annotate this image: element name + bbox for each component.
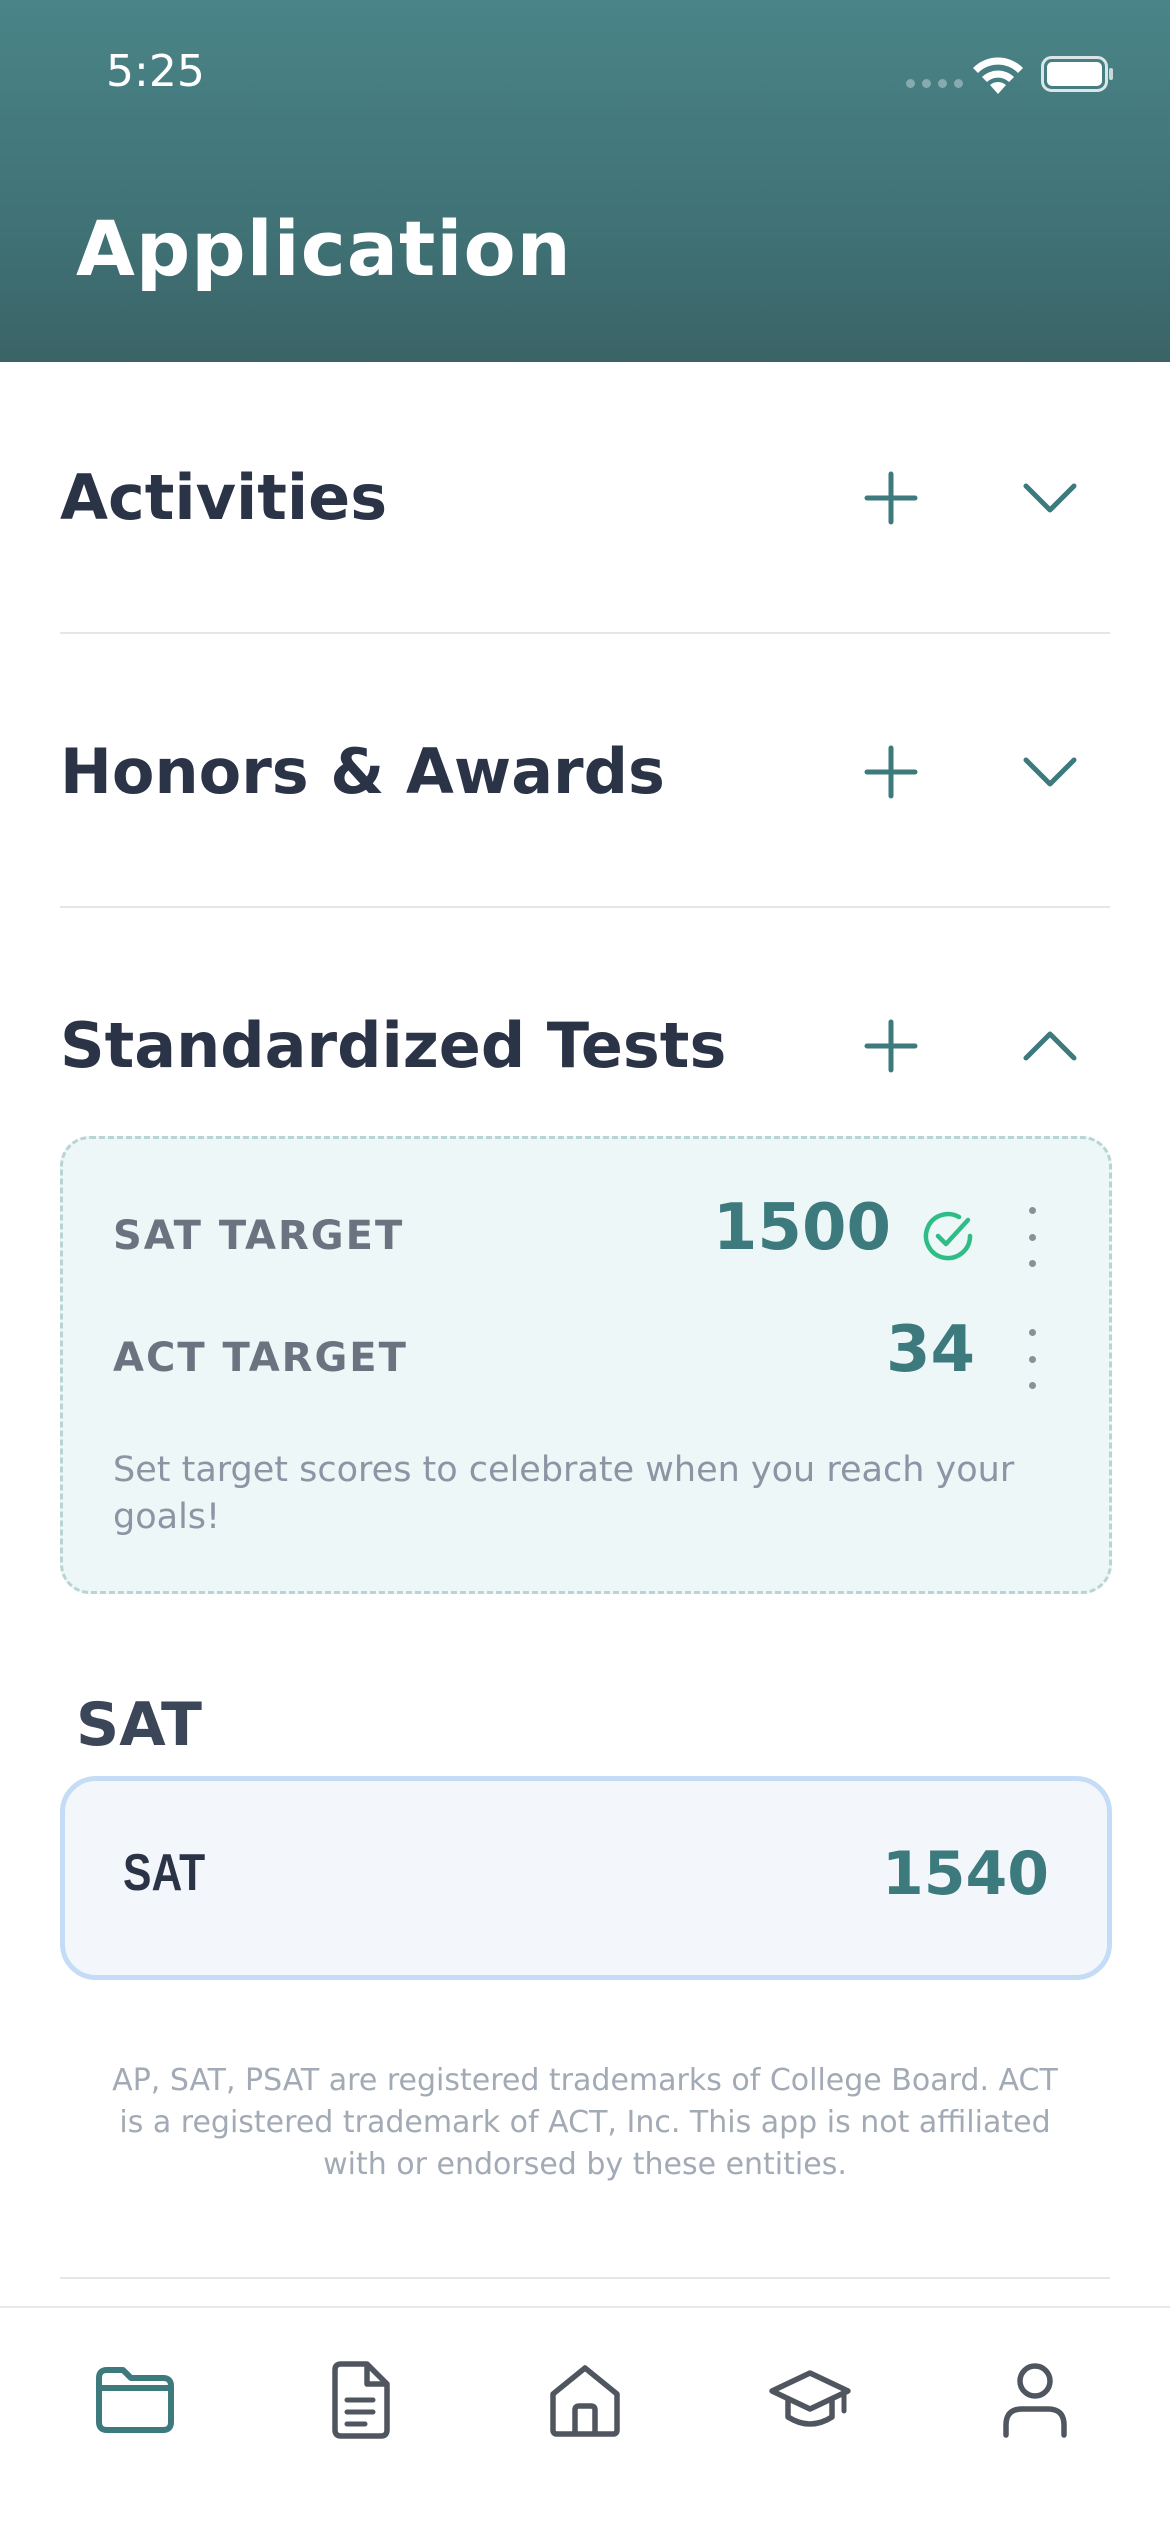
tab-colleges[interactable]: [760, 2350, 860, 2450]
act-target-label: ACT TARGET: [113, 1335, 408, 1381]
target-note: Set target scores to celebrate when you …: [113, 1450, 1015, 1537]
plus-icon: [864, 1019, 918, 1073]
section-activities[interactable]: Activities: [60, 428, 1110, 568]
expand-activities-button[interactable]: [1010, 458, 1090, 538]
home-icon: [550, 2365, 620, 2437]
collapse-tests-button[interactable]: [1010, 1006, 1090, 1086]
divider: [60, 906, 1110, 908]
add-test-button[interactable]: [851, 1006, 931, 1086]
graduation-cap-icon: [769, 2370, 851, 2427]
cellular-signal-icon: [906, 79, 963, 88]
act-target-value[interactable]: 34: [886, 1313, 975, 1387]
sat-target-value[interactable]: 1500: [713, 1191, 891, 1265]
sat-heading: SAT: [76, 1690, 202, 1760]
plus-icon: [864, 745, 918, 799]
section-honors-awards[interactable]: Honors & Awards: [60, 702, 1110, 842]
bottom-tab-bar: [0, 2306, 1170, 2534]
sat-card-label: SAT: [123, 1844, 206, 1902]
sat-score-card[interactable]: SAT 1540: [60, 1776, 1112, 1980]
sat-card-score: 1540: [882, 1839, 1049, 1909]
chevron-up-icon: [1023, 1031, 1077, 1061]
expand-honors-button[interactable]: [1010, 732, 1090, 812]
chevron-down-icon: [1023, 483, 1077, 513]
chevron-down-icon: [1023, 757, 1077, 787]
target-scores-card: SAT TARGET 1500 ACT TARGET 34 Set target…: [60, 1136, 1112, 1594]
trademark-disclaimer: AP, SAT, PSAT are registered trademarks …: [112, 2063, 1058, 2182]
tab-applications[interactable]: [85, 2350, 185, 2450]
sat-target-label: SAT TARGET: [113, 1213, 405, 1259]
check-circle-icon: [923, 1211, 973, 1261]
plus-icon: [864, 471, 918, 525]
section-title: Standardized Tests: [60, 1009, 727, 1082]
user-icon: [1003, 2363, 1067, 2438]
status-time: 5:25: [106, 46, 205, 97]
app-header: 5:25 Application: [0, 0, 1170, 362]
act-target-more-button[interactable]: [1020, 1329, 1044, 1389]
section-title: Honors & Awards: [60, 735, 665, 808]
section-standardized-tests[interactable]: Standardized Tests: [60, 976, 1110, 1116]
document-icon: [332, 2361, 390, 2439]
divider: [60, 632, 1110, 634]
tab-documents[interactable]: [310, 2350, 410, 2450]
section-title: Activities: [60, 461, 388, 534]
tab-home[interactable]: [535, 2350, 635, 2450]
sat-target-more-button[interactable]: [1020, 1207, 1044, 1267]
page-title: Application: [76, 204, 572, 293]
add-honor-button[interactable]: [851, 732, 931, 812]
battery-icon: [1041, 56, 1113, 92]
divider: [60, 2277, 1110, 2279]
tab-profile[interactable]: [985, 2350, 1085, 2450]
folder-icon: [96, 2367, 174, 2433]
wifi-icon: [973, 57, 1023, 94]
add-activity-button[interactable]: [851, 458, 931, 538]
